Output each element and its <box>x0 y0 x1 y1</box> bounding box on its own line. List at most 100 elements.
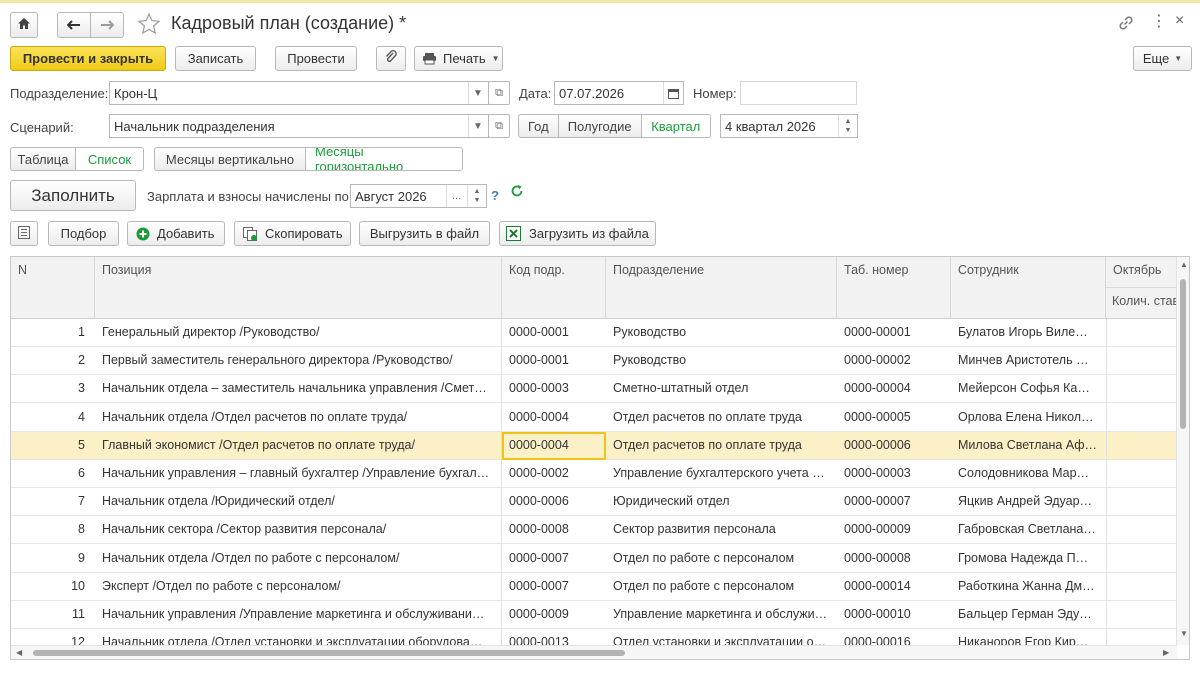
more-button[interactable]: Еще ▼ <box>1133 46 1192 71</box>
attach-button[interactable] <box>376 46 406 71</box>
back-button[interactable] <box>57 12 91 38</box>
cell-rate-count[interactable] <box>1106 404 1177 432</box>
cell-n[interactable]: 6 <box>11 460 95 488</box>
cell-position[interactable]: Начальник управления – главный бухгалтер… <box>95 460 502 488</box>
header-rate-count[interactable]: Колич. став <box>1106 287 1177 319</box>
cell-division[interactable]: Юридический отдел <box>606 488 837 516</box>
scenario-dropdown-icon[interactable]: ▼ <box>468 115 487 137</box>
cell-division-code[interactable]: 0000-0003 <box>502 375 606 403</box>
cell-rate-count[interactable] <box>1106 460 1177 488</box>
cell-n[interactable]: 7 <box>11 488 95 516</box>
cell-division[interactable]: Руководство <box>606 347 837 375</box>
cell-division[interactable]: Отдел расчетов по оплате труда <box>606 432 837 460</box>
cell-employee[interactable]: Яцкив Андрей Эдуар… <box>951 488 1106 516</box>
calendar-icon[interactable] <box>663 82 682 104</box>
cell-division-code[interactable]: 0000-0006 <box>502 488 606 516</box>
cell-rate-count[interactable] <box>1106 573 1177 601</box>
cell-position[interactable]: Эксперт /Отдел по работе с персоналом/ <box>95 573 502 601</box>
spinner-up-icon[interactable]: ▲ <box>845 117 852 126</box>
cell-position[interactable]: Начальник отдела /Юридический отдел/ <box>95 488 502 516</box>
cell-position[interactable]: Начальник сектора /Сектор развития персо… <box>95 516 502 544</box>
spinner-down-icon[interactable]: ▼ <box>474 196 481 205</box>
cell-position[interactable]: Начальник отдела /Отдел расчетов по опла… <box>95 404 502 432</box>
cell-n[interactable]: 8 <box>11 516 95 544</box>
cell-tab-number[interactable]: 0000-00002 <box>837 347 951 375</box>
table-row[interactable]: 8 Начальник сектора /Сектор развития перс… <box>11 516 1177 545</box>
cell-division[interactable]: Руководство <box>606 319 837 347</box>
scenario-field[interactable]: Начальник подразделения <box>109 114 489 138</box>
print-button[interactable]: Печать ▼ <box>414 46 503 71</box>
cell-division[interactable]: Отдел по работе с персоналом <box>606 573 837 601</box>
cell-n[interactable]: 2 <box>11 347 95 375</box>
spinner-down-icon[interactable]: ▼ <box>845 126 852 135</box>
fill-button[interactable]: Заполнить <box>10 180 136 211</box>
horizontal-scrollbar[interactable]: ◀ ▶ <box>11 645 1177 659</box>
cell-n[interactable]: 11 <box>11 601 95 629</box>
spinner-up-icon[interactable]: ▲ <box>474 187 481 196</box>
header-division[interactable]: Подразделение <box>606 257 837 319</box>
table-row[interactable]: 5 Главный экономист /Отдел расчетов по оп… <box>11 431 1177 460</box>
cell-employee[interactable]: Работкина Жанна Дм… <box>951 573 1106 601</box>
cell-division-code[interactable]: 0000-0008 <box>502 516 606 544</box>
refresh-icon[interactable] <box>510 184 524 201</box>
months-horizontal-option[interactable]: Месяцы горизонтально <box>306 148 462 170</box>
table-row[interactable]: 4 Начальник отдела /Отдел расчетов по опл… <box>11 404 1177 432</box>
cell-tab-number[interactable]: 0000-00003 <box>837 460 951 488</box>
cell-tab-number[interactable]: 0000-00007 <box>837 488 951 516</box>
cell-rate-count[interactable] <box>1106 516 1177 544</box>
cell-division[interactable]: Сметно-штатный отдел <box>606 375 837 403</box>
cell-tab-number[interactable]: 0000-00005 <box>837 404 951 432</box>
division-open-button[interactable]: ⧉ <box>488 81 510 105</box>
cell-n[interactable]: 5 <box>11 432 95 460</box>
cell-tab-number[interactable]: 0000-00008 <box>837 545 951 573</box>
cell-employee[interactable]: Милова Светлана Аф… <box>951 432 1106 460</box>
cell-tab-number[interactable]: 0000-00006 <box>837 432 951 460</box>
cell-position[interactable]: Начальник управления /Управление маркети… <box>95 601 502 629</box>
header-division-code[interactable]: Код подр. <box>502 257 606 319</box>
cell-division-code[interactable]: 0000-0002 <box>502 460 606 488</box>
period-half-option[interactable]: Полугодие <box>559 115 642 137</box>
cell-employee[interactable]: Минчев Аристотель … <box>951 347 1106 375</box>
cell-n[interactable]: 9 <box>11 545 95 573</box>
header-employee[interactable]: Сотрудник <box>951 257 1106 319</box>
cell-rate-count[interactable] <box>1106 347 1177 375</box>
period-spinner[interactable]: ▲ ▼ <box>838 115 857 137</box>
cell-employee[interactable]: Мейерсон Софья Ка… <box>951 375 1106 403</box>
cell-position[interactable]: Первый заместитель генерального директор… <box>95 347 502 375</box>
favorite-star-icon[interactable] <box>137 12 161 39</box>
cell-employee[interactable]: Орлова Елена Никол… <box>951 404 1106 432</box>
cell-rate-count[interactable] <box>1106 375 1177 403</box>
scroll-down-icon[interactable]: ▼ <box>1180 629 1188 638</box>
cell-tab-number[interactable]: 0000-00010 <box>837 601 951 629</box>
period-quarter-option[interactable]: Квартал <box>641 115 710 137</box>
cell-division[interactable]: Сектор развития персонала <box>606 516 837 544</box>
period-type-switch[interactable]: Год Полугодие Квартал <box>518 114 711 138</box>
cell-division[interactable]: Отдел расчетов по оплате труда <box>606 404 837 432</box>
table-row[interactable]: 6 Начальник управления – главный бухгалте… <box>11 460 1177 488</box>
help-icon[interactable]: ? <box>491 188 499 203</box>
cell-n[interactable]: 10 <box>11 573 95 601</box>
post-button[interactable]: Провести <box>275 46 357 71</box>
cell-rate-count[interactable] <box>1106 319 1177 347</box>
scroll-left-icon[interactable]: ◀ <box>16 648 22 657</box>
write-button[interactable]: Записать <box>175 46 256 71</box>
cell-employee[interactable]: Бальцер Герман Эду… <box>951 601 1106 629</box>
vertical-scroll-thumb[interactable] <box>1180 279 1186 429</box>
pick-button[interactable]: Подбор <box>48 221 119 246</box>
cell-n[interactable]: 1 <box>11 319 95 347</box>
header-tab-number[interactable]: Таб. номер <box>837 257 951 319</box>
cell-division[interactable]: Управление бухгалтерского учета … <box>606 460 837 488</box>
horizontal-scroll-thumb[interactable] <box>33 650 625 656</box>
view-list-option[interactable]: Список <box>76 148 143 170</box>
post-and-close-button[interactable]: Провести и закрыть <box>10 46 166 71</box>
export-to-file-button[interactable]: Выгрузить в файл <box>359 221 490 246</box>
cell-tab-number[interactable]: 0000-00014 <box>837 573 951 601</box>
cell-position[interactable]: Начальник отдела /Отдел по работе с перс… <box>95 545 502 573</box>
cell-division-code[interactable]: 0000-0001 <box>502 319 606 347</box>
cell-n[interactable]: 4 <box>11 404 95 432</box>
table-row[interactable]: 10 Эксперт /Отдел по работе с персоналом/… <box>11 573 1177 601</box>
staffing-table[interactable]: N Позиция Код подр. Подразделение Таб. н… <box>10 256 1190 660</box>
cell-tab-number[interactable]: 0000-00001 <box>837 319 951 347</box>
table-row[interactable]: 9 Начальник отдела /Отдел по работе с пер… <box>11 545 1177 573</box>
cell-rate-count[interactable] <box>1106 545 1177 573</box>
